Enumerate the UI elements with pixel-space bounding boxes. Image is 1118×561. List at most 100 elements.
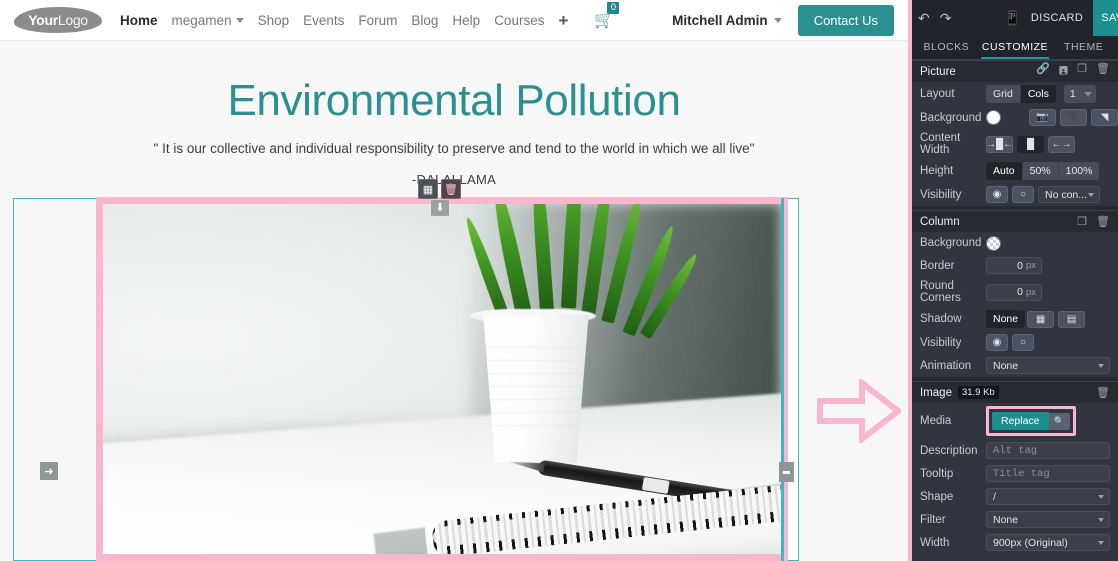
nav-item-courses[interactable]: Courses	[494, 13, 544, 28]
redo-icon[interactable]: ↷	[940, 10, 952, 27]
trash-icon[interactable]: 🗑	[1096, 386, 1110, 399]
row-width: Width 900px (Original)	[912, 531, 1118, 554]
website-canvas: Your Logo Home megamen Shop Events Forum …	[0, 0, 908, 561]
save-button[interactable]: SAV	[1093, 0, 1118, 36]
odoo-website-editor: Your Logo Home megamen Shop Events Forum …	[0, 0, 1118, 561]
layout-grid-button[interactable]: Grid	[986, 85, 1021, 103]
nav-item-megamen[interactable]: megamen	[172, 13, 244, 28]
row-visibility-column: Visibility ◉ ○	[912, 331, 1118, 354]
shadow-inset-icon[interactable]: ▤	[1058, 310, 1086, 328]
filter-select[interactable]: None	[986, 511, 1110, 528]
user-menu[interactable]: Mitchell Admin	[672, 13, 782, 28]
row-label: Layout	[920, 88, 955, 100]
shadow-outset-icon[interactable]: ▦	[1027, 310, 1055, 328]
border-input[interactable]: 0 px	[986, 257, 1042, 274]
nav-item-blog[interactable]: Blog	[411, 13, 438, 28]
row-label: Description	[920, 444, 978, 457]
replace-button[interactable]: Replace	[992, 412, 1049, 430]
trash-icon[interactable]: 🗑	[1096, 62, 1110, 81]
cart-button[interactable]: 🛒 0	[594, 2, 620, 30]
width-medium-icon[interactable]: █	[1017, 135, 1044, 153]
trash-icon[interactable]: 🗑	[441, 179, 461, 199]
visibility-condition-value: No con...	[1045, 188, 1088, 201]
arrow-down-icon[interactable]: ⬇	[431, 200, 449, 216]
plus-icon[interactable]: +	[558, 12, 568, 29]
nav-item-help[interactable]: Help	[452, 13, 480, 28]
nav-item-home[interactable]: Home	[120, 13, 158, 28]
hidden-icon[interactable]: ○	[1012, 186, 1034, 203]
contact-us-button[interactable]: Contact Us	[797, 4, 894, 36]
shadow-none-button[interactable]: None	[986, 310, 1026, 328]
round-corners-input[interactable]: 0 px	[986, 283, 1042, 301]
visible-icon[interactable]: ◉	[986, 186, 1008, 203]
section-header-image: Image 31.9 Kb 🗑	[912, 381, 1118, 403]
video-icon[interactable]: 🎥	[1060, 109, 1087, 126]
row-media: Media Replace 🔍	[912, 403, 1118, 439]
nav-item-forum[interactable]: Forum	[358, 13, 397, 28]
link-icon[interactable]: 🔗	[1036, 62, 1050, 81]
height-auto-button[interactable]: Auto	[986, 162, 1023, 180]
page-title: Environmental Pollution	[227, 76, 681, 125]
nav-label: Courses	[494, 12, 545, 28]
chevron-down-icon	[1098, 364, 1104, 368]
duplicate-icon[interactable]: ❐	[1077, 215, 1087, 228]
section-title: Picture	[920, 65, 956, 78]
column-background-swatch[interactable]	[986, 235, 1001, 251]
row-content-width: Content Width →█← █ ←→	[912, 129, 1118, 159]
section-actions: ❐ 🗑	[1077, 215, 1110, 228]
hero-image[interactable]	[103, 204, 781, 561]
undo-icon[interactable]: ↶	[918, 10, 930, 27]
tab-theme[interactable]: THEME	[1049, 36, 1118, 59]
nav-item-events[interactable]: Events	[303, 13, 344, 28]
width-value: 900px (Original)	[993, 536, 1068, 549]
tab-customize[interactable]: CUSTOMIZE	[980, 36, 1050, 59]
width-full-icon[interactable]: ←→	[1048, 135, 1075, 153]
animation-select[interactable]: None	[986, 357, 1110, 374]
row-shadow: Shadow None ▦ ▤	[912, 307, 1118, 331]
visibility-condition-select[interactable]: No con...	[1038, 186, 1100, 203]
nav-label: Events	[303, 12, 345, 28]
layout-cols-button[interactable]: Cols	[1020, 85, 1056, 103]
visible-icon[interactable]: ◉	[986, 334, 1008, 351]
description-field[interactable]: Alt tag	[986, 442, 1110, 459]
row-round-corners: Round Corners 0 px	[912, 277, 1118, 307]
layout-count-select[interactable]: 1	[1063, 85, 1096, 103]
row-label: Background	[920, 237, 982, 249]
gradient-icon[interactable]: ◥	[1091, 109, 1118, 126]
row-border: Border 0 px	[912, 254, 1118, 277]
nav-label: Help	[452, 12, 481, 28]
height-50-button[interactable]: 50%	[1022, 162, 1059, 180]
duplicate-icon[interactable]: ❐	[1077, 62, 1087, 81]
arrow-right-icon[interactable]: ➔	[40, 462, 58, 480]
shadow-segment: None	[986, 310, 1026, 328]
background-color-swatch[interactable]	[986, 110, 1001, 125]
nav-label: Shop	[257, 12, 290, 28]
row-label: Media	[920, 415, 952, 427]
height-100-button[interactable]: 100%	[1058, 162, 1100, 180]
editor-panel: ↶ ↷ 📱 DISCARD SAV BLOCKS CUSTOMIZE THEME…	[908, 0, 1118, 561]
search-icon[interactable]: 🔍	[1048, 412, 1070, 430]
trash-icon[interactable]: 🗑	[1096, 215, 1110, 228]
nav-item-shop[interactable]: Shop	[258, 13, 290, 28]
tooltip-field[interactable]: Title tag	[986, 465, 1110, 482]
camera-icon[interactable]: 📷	[1029, 109, 1056, 126]
width-narrow-icon[interactable]: →█←	[986, 135, 1013, 153]
nav-label: Blog	[411, 12, 439, 28]
tab-blocks[interactable]: BLOCKS	[912, 36, 981, 59]
section-header-picture: Picture 🔗 🖪 ❐ 🗑	[912, 60, 1118, 82]
grip-dots-icon[interactable]: ▦	[418, 179, 438, 199]
row-label: Round Corners	[920, 280, 961, 304]
row-label: Border	[920, 259, 955, 272]
mobile-preview-icon[interactable]: 📱	[1003, 10, 1020, 27]
nav-label: megamen	[171, 12, 232, 28]
layout-segment: Grid Cols	[986, 85, 1056, 103]
hero-section: Environmental Pollution " It is our coll…	[0, 41, 908, 187]
save-icon[interactable]: 🖪	[1059, 62, 1068, 81]
drag-handle-icon[interactable]	[779, 462, 794, 482]
snippet-toolbar: ▦ 🗑	[418, 179, 461, 199]
discard-button[interactable]: DISCARD	[1031, 12, 1083, 24]
hidden-icon[interactable]: ○	[1012, 334, 1034, 351]
site-logo[interactable]: Your Logo	[14, 7, 102, 33]
width-select[interactable]: 900px (Original)	[986, 534, 1110, 551]
shape-select[interactable]: /	[986, 488, 1110, 505]
